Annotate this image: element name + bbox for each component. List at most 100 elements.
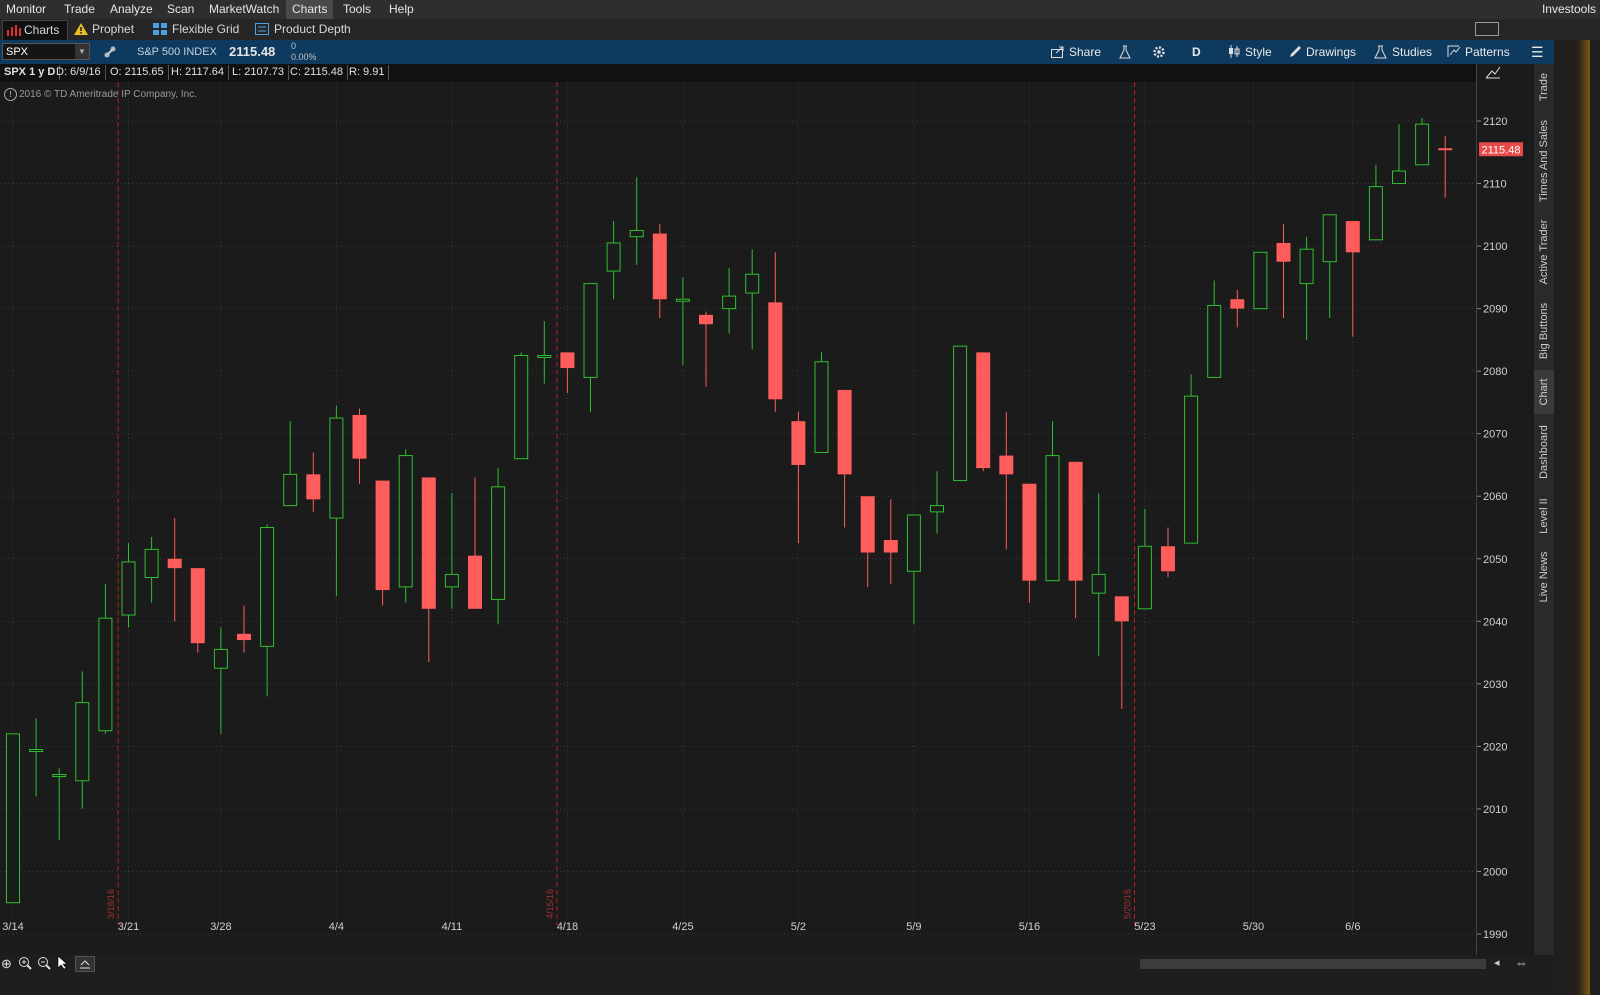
- candle[interactable]: [1368, 164, 1383, 241]
- candle[interactable]: [791, 411, 806, 544]
- side-tab-dashboard[interactable]: Dashboard: [1534, 416, 1554, 488]
- candle[interactable]: [1276, 224, 1291, 318]
- candle[interactable]: [1415, 117, 1430, 166]
- list-menu-icon[interactable]: ☰: [1531, 40, 1544, 64]
- candle[interactable]: [468, 477, 482, 609]
- drawings-button[interactable]: Drawings: [1289, 40, 1356, 64]
- menu-marketwatch[interactable]: MarketWatch: [203, 0, 285, 19]
- side-tab-times-and-sales[interactable]: Times And Sales: [1534, 112, 1554, 210]
- period-selector[interactable]: D: [1192, 40, 1201, 64]
- side-tab-active-trader[interactable]: Active Trader: [1534, 212, 1554, 292]
- candle[interactable]: [768, 252, 783, 412]
- candle[interactable]: [1137, 508, 1152, 610]
- patterns-button[interactable]: Patterns: [1447, 40, 1510, 64]
- expand-horizontal-icon[interactable]: ⇔: [1515, 955, 1528, 970]
- candle[interactable]: [606, 221, 621, 300]
- candle[interactable]: [1253, 251, 1268, 310]
- menu-tools[interactable]: Tools: [337, 0, 377, 19]
- candle[interactable]: [1022, 483, 1037, 603]
- candle[interactable]: [421, 477, 436, 662]
- candle[interactable]: [1345, 221, 1360, 337]
- studies-button[interactable]: Studies: [1374, 40, 1432, 64]
- candle[interactable]: [629, 177, 644, 265]
- candle[interactable]: [1045, 421, 1060, 582]
- candle[interactable]: [1114, 596, 1129, 709]
- side-tab-trade[interactable]: Trade: [1534, 64, 1554, 110]
- candle[interactable]: [491, 468, 506, 625]
- menu-charts[interactable]: Charts: [286, 0, 334, 19]
- candlestick-chart[interactable]: 3/14 3/21 3/28 4/4 4/11 4/18 4/25 5/2 5/9 5/16 5/2…: [0, 82, 1476, 937]
- candle[interactable]: [190, 568, 205, 653]
- candle[interactable]: [537, 321, 552, 384]
- link-icon[interactable]: [104, 40, 116, 64]
- side-tab-big-buttons[interactable]: Big Buttons: [1534, 294, 1554, 368]
- investools-link[interactable]: Investools: [1542, 0, 1596, 19]
- candle[interactable]: [930, 471, 944, 534]
- candle[interactable]: [583, 283, 598, 412]
- menu-monitor[interactable]: Monitor: [0, 0, 52, 19]
- candle[interactable]: [560, 352, 575, 394]
- symbol-input[interactable]: SPX ▼: [2, 43, 90, 60]
- candle[interactable]: [260, 524, 275, 697]
- candle[interactable]: [283, 421, 298, 507]
- window-restore-icon[interactable]: [1475, 22, 1499, 36]
- candle[interactable]: [1392, 124, 1406, 185]
- expand-chart-icon[interactable]: [1485, 65, 1501, 82]
- scroll-left-icon[interactable]: ◂: [1494, 956, 1500, 969]
- candle[interactable]: [675, 277, 690, 365]
- candle[interactable]: [1230, 289, 1245, 328]
- candle[interactable]: [1207, 280, 1222, 378]
- candle[interactable]: [514, 352, 529, 460]
- candle[interactable]: [75, 671, 90, 809]
- price-axis[interactable]: 2120 2110 2100 2090 2080 2070 2060 2050 2040 2030…: [1476, 64, 1535, 964]
- price-chart[interactable]: 3/14 3/21 3/28 4/4 4/11 4/18 4/25 5/2 5/9 5/16 5/2…: [0, 82, 1476, 937]
- cursor-icon[interactable]: [57, 955, 69, 973]
- candle[interactable]: [1322, 214, 1337, 318]
- menu-scan[interactable]: Scan: [161, 0, 200, 19]
- tab-charts[interactable]: Charts: [2, 20, 69, 41]
- candle[interactable]: [121, 543, 136, 628]
- horizontal-scrollbar-thumb[interactable]: [1140, 959, 1486, 969]
- candle[interactable]: [837, 389, 852, 528]
- side-tab-level-ii[interactable]: Level II: [1534, 490, 1554, 542]
- candle[interactable]: [699, 311, 713, 387]
- candle[interactable]: [6, 733, 20, 904]
- candle[interactable]: [1184, 374, 1199, 544]
- zoom-out-icon[interactable]: [37, 956, 51, 973]
- flask-icon[interactable]: [1118, 40, 1132, 64]
- candle[interactable]: [953, 345, 968, 482]
- candle[interactable]: [1068, 461, 1083, 619]
- candle[interactable]: [906, 514, 921, 625]
- candle[interactable]: [29, 718, 44, 797]
- candle[interactable]: [375, 480, 390, 606]
- pan-icon[interactable]: ⊕: [1, 956, 12, 972]
- candle[interactable]: [213, 627, 228, 734]
- candle[interactable]: [52, 768, 67, 841]
- candle[interactable]: [98, 583, 113, 734]
- candle[interactable]: [1161, 527, 1175, 578]
- tab-product-depth[interactable]: Product Depth: [255, 20, 351, 39]
- style-button[interactable]: Style: [1227, 40, 1272, 64]
- chevron-down-icon[interactable]: ▼: [75, 44, 89, 59]
- candle[interactable]: [306, 452, 321, 512]
- menu-analyze[interactable]: Analyze: [104, 0, 159, 19]
- candle[interactable]: [444, 493, 459, 609]
- candle[interactable]: [883, 499, 898, 584]
- side-tab-chart[interactable]: Chart: [1534, 370, 1554, 414]
- candle[interactable]: [352, 408, 367, 484]
- info-icon[interactable]: !: [4, 88, 17, 101]
- candle[interactable]: [144, 536, 159, 603]
- candle[interactable]: [976, 352, 991, 472]
- share-button[interactable]: Share: [1051, 40, 1101, 64]
- zoom-in-icon[interactable]: [18, 956, 32, 973]
- tab-flexible-grid[interactable]: Flexible Grid: [153, 20, 239, 39]
- menu-help[interactable]: Help: [383, 0, 420, 19]
- candle[interactable]: [237, 605, 251, 653]
- candle[interactable]: [652, 224, 667, 318]
- tab-prophet[interactable]: Prophet: [74, 20, 134, 39]
- candle[interactable]: [398, 449, 413, 603]
- candle[interactable]: [1299, 236, 1314, 340]
- candle[interactable]: [814, 352, 829, 453]
- candle[interactable]: [745, 249, 760, 350]
- candle[interactable]: [860, 496, 875, 587]
